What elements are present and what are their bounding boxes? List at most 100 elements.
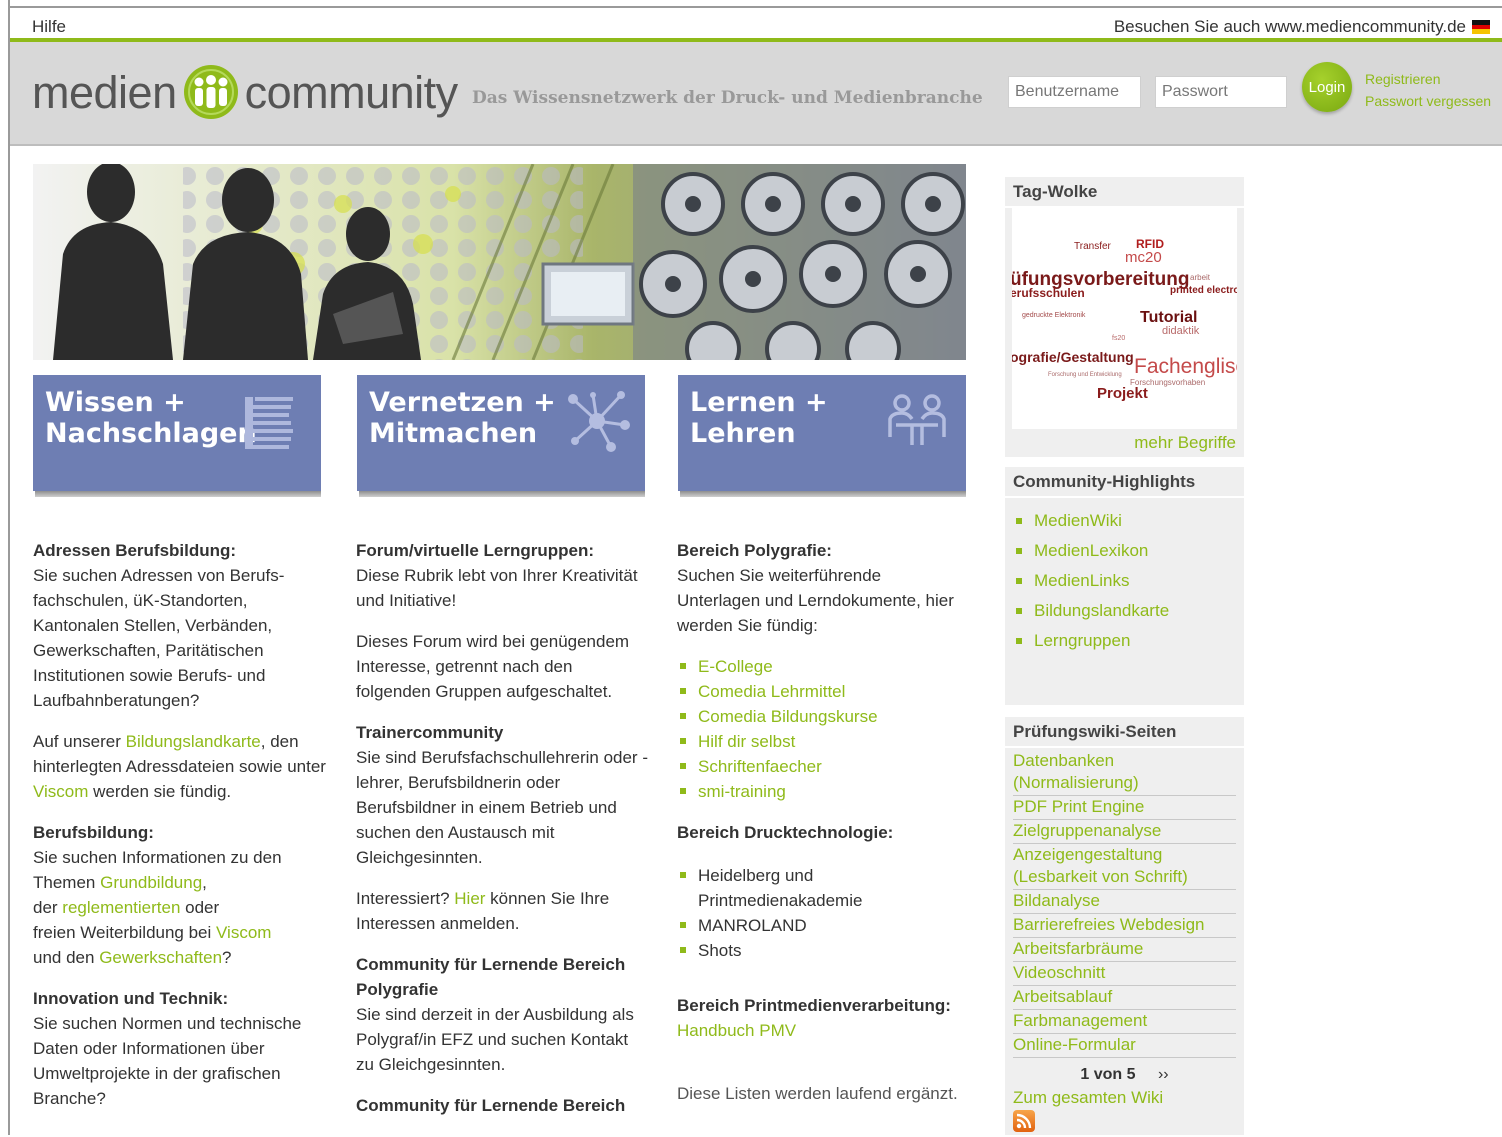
highlight-medienlexikon[interactable]: MedienLexikon	[1013, 536, 1236, 566]
highlight-bildungslandkarte[interactable]: Bildungslandkarte	[1013, 596, 1236, 626]
text-forum-intro: Diese Rubrik lebt von Ihrer Kreativität …	[356, 566, 638, 610]
wiki-next-page-button[interactable]: ››	[1158, 1066, 1169, 1083]
highlight-lerngruppen[interactable]: Lerngruppen	[1013, 626, 1236, 656]
link-comedia-bildungskurse[interactable]: Comedia Bildungskurse	[698, 707, 878, 726]
rss-icon[interactable]	[1013, 1110, 1035, 1132]
wiki-list: Datenbanken (Normalisierung) PDF Print E…	[1013, 750, 1236, 1058]
wiki-item[interactable]: Arbeitsfarbräume	[1013, 938, 1236, 962]
drucktechnologie-list: Heidelberg und Printmedienakademie MANRO…	[677, 863, 969, 963]
list-item: smi-training	[677, 779, 969, 804]
link-schriftenfaecher[interactable]: Schriftenfaecher	[698, 757, 822, 776]
text-innovation: Sie suchen Normen und technische Daten o…	[33, 1014, 302, 1108]
top-bar: Hilfe Besuchen Sie auch www.mediencommun…	[10, 8, 1502, 40]
text-community-polygrafie: Sie sind derzeit in der Ausbildung als P…	[356, 1005, 634, 1074]
more-tags-link[interactable]: mehr Begriffe	[1134, 433, 1236, 453]
wiki-item[interactable]: Videoschnitt	[1013, 962, 1236, 986]
wiki-item[interactable]: Farbmanagement	[1013, 1010, 1236, 1034]
highlight-medienwiki[interactable]: MedienWiki	[1013, 506, 1236, 536]
window-frame-left	[8, 0, 10, 1135]
link-handbuch-pmv[interactable]: Handbuch PMV	[677, 1021, 796, 1040]
german-flag-icon[interactable]	[1472, 20, 1490, 35]
wiki-item[interactable]: Barrierefreies Webdesign	[1013, 914, 1236, 938]
link-e-college[interactable]: E-College	[698, 657, 773, 676]
tag[interactable]: arbeit	[1190, 273, 1210, 282]
heading-innovation: Innovation und Technik:	[33, 989, 229, 1008]
logo-word-medien: medien	[32, 66, 177, 118]
column-lernen: Bereich Polygrafie: Suchen Sie weiterfüh…	[677, 538, 969, 1122]
list-item: E-College	[677, 654, 969, 679]
tile-line: Vernetzen +	[369, 387, 556, 418]
text-berufsbildung: Sie suchen Informationen zu den Themen G…	[33, 848, 282, 967]
link-reglementierten[interactable]: reglementierten	[62, 898, 180, 917]
username-input[interactable]	[1008, 76, 1141, 108]
highlight-medienlinks[interactable]: MedienLinks	[1013, 566, 1236, 596]
tag[interactable]: didaktik	[1162, 325, 1199, 337]
tag[interactable]: Fachenglisc	[1134, 355, 1237, 379]
register-link[interactable]: Registrieren	[1365, 68, 1491, 90]
tag[interactable]: Forschung und Entwicklung	[1048, 372, 1122, 378]
wiki-item[interactable]: PDF Print Engine	[1013, 796, 1236, 820]
link-hier[interactable]: Hier	[454, 889, 485, 908]
help-link[interactable]: Hilfe	[32, 17, 66, 37]
tag[interactable]: Projekt	[1097, 385, 1148, 402]
link-smi-training[interactable]: smi-training	[698, 782, 786, 801]
link-bildungslandkarte[interactable]: Bildungslandkarte	[126, 732, 261, 751]
list-item: Comedia Lehrmittel	[677, 679, 969, 704]
site-header: medien community Das Wissensnetzwerk der…	[10, 42, 1502, 146]
tile-vernetzen-mitmachen[interactable]: Vernetzen + Mitmachen	[357, 375, 645, 497]
wiki-all-link[interactable]: Zum gesamten Wiki	[1013, 1088, 1236, 1108]
wiki-item[interactable]: Bildanalyse	[1013, 890, 1236, 914]
text-trainercommunity: Sie sind Berufsfachschullehrerin oder -l…	[356, 748, 648, 867]
wiki-title: Prüfungswiki-Seiten	[1005, 717, 1244, 748]
heading-adressen: Adressen Berufsbildung:	[33, 541, 237, 560]
site-logo[interactable]: medien community	[32, 64, 458, 120]
tile-line: Lehren	[690, 418, 796, 449]
link-gewerkschaften[interactable]: Gewerkschaften	[99, 948, 222, 967]
tag[interactable]: printed electroni	[1170, 285, 1237, 296]
heading-trainercommunity: Trainercommunity	[356, 723, 504, 742]
account-links: Registrieren Passwort vergessen	[1365, 68, 1491, 112]
heading-berufsbildung: Berufsbildung:	[33, 823, 154, 842]
link-hilf-dir-selbst[interactable]: Hilf dir selbst	[698, 732, 795, 751]
link-viscom-weiterbildung[interactable]: Viscom	[216, 923, 271, 942]
wiki-item[interactable]: Anzeigengestaltung (Lesbarkeit von Schri…	[1013, 844, 1236, 890]
tag[interactable]: fs20	[1112, 335, 1125, 342]
heading-community-next: Community für Lernende Bereich	[356, 1096, 626, 1115]
tag[interactable]: mc20	[1125, 249, 1162, 266]
site-slogan: Das Wissensnetzwerk der Druck- und Medie…	[472, 88, 983, 108]
meeting-icon	[888, 394, 946, 445]
polygrafie-links: E-College Comedia Lehrmittel Comedia Bil…	[677, 654, 969, 804]
column-wissen: Adressen Berufsbildung: Sie suchen Adres…	[33, 538, 333, 1127]
tag[interactable]: erufsschulen	[1012, 286, 1085, 300]
pruefungswiki-box: Prüfungswiki-Seiten Datenbanken (Normali…	[1005, 717, 1244, 1135]
password-input[interactable]	[1155, 76, 1287, 108]
wiki-item[interactable]: Zielgruppenanalyse	[1013, 820, 1236, 844]
login-button[interactable]: Login	[1302, 62, 1352, 112]
wiki-item[interactable]: Online-Formular	[1013, 1034, 1236, 1058]
hero-banner-image	[33, 164, 966, 360]
highlights-list: MedienWiki MedienLexikon MedienLinks Bil…	[1005, 506, 1244, 656]
logo-word-community: community	[244, 66, 459, 118]
tile-line: Wissen +	[45, 387, 186, 418]
heading-printmedienverarbeitung: Bereich Printmedienverarbeitung:	[677, 996, 951, 1015]
tile-line: Mitmachen	[369, 418, 538, 449]
text-listen-ergaenzt: Diese Listen werden laufend ergänzt.	[677, 1084, 958, 1103]
tag[interactable]: gedruckte Elektronik	[1022, 312, 1085, 319]
link-comedia-lehrmittel[interactable]: Comedia Lehrmittel	[698, 682, 845, 701]
highlights-title: Community-Highlights	[1005, 467, 1244, 498]
link-viscom[interactable]: Viscom	[33, 782, 88, 801]
text-polygrafie: Suchen Sie weiterführende Unterlagen und…	[677, 566, 954, 635]
link-grundbildung[interactable]: Grundbildung	[100, 873, 202, 892]
text-pmv: Handbuch PMV	[677, 1018, 969, 1043]
wiki-item[interactable]: Arbeitsablauf	[1013, 986, 1236, 1010]
list-item: Heidelberg und Printmedienakademie	[677, 863, 969, 913]
tile-lernen-lehren[interactable]: Lernen + Lehren	[678, 375, 966, 497]
tag[interactable]: ografie/Gestaltung	[1012, 349, 1134, 365]
tile-wissen-nachschlagen[interactable]: Wissen + Nachschlagen	[33, 375, 321, 497]
text-adressen: Sie suchen Adressen von Berufs- fachschu…	[33, 566, 285, 710]
forgot-password-link[interactable]: Passwort vergessen	[1365, 90, 1491, 112]
tag[interactable]: Transfer	[1074, 241, 1111, 252]
tag-cloud: Transfer RFID mc20 üfungsvorbereitung ar…	[1012, 207, 1237, 429]
wiki-item[interactable]: Datenbanken (Normalisierung)	[1013, 750, 1236, 796]
tag-cloud-title: Tag-Wolke	[1005, 177, 1244, 208]
